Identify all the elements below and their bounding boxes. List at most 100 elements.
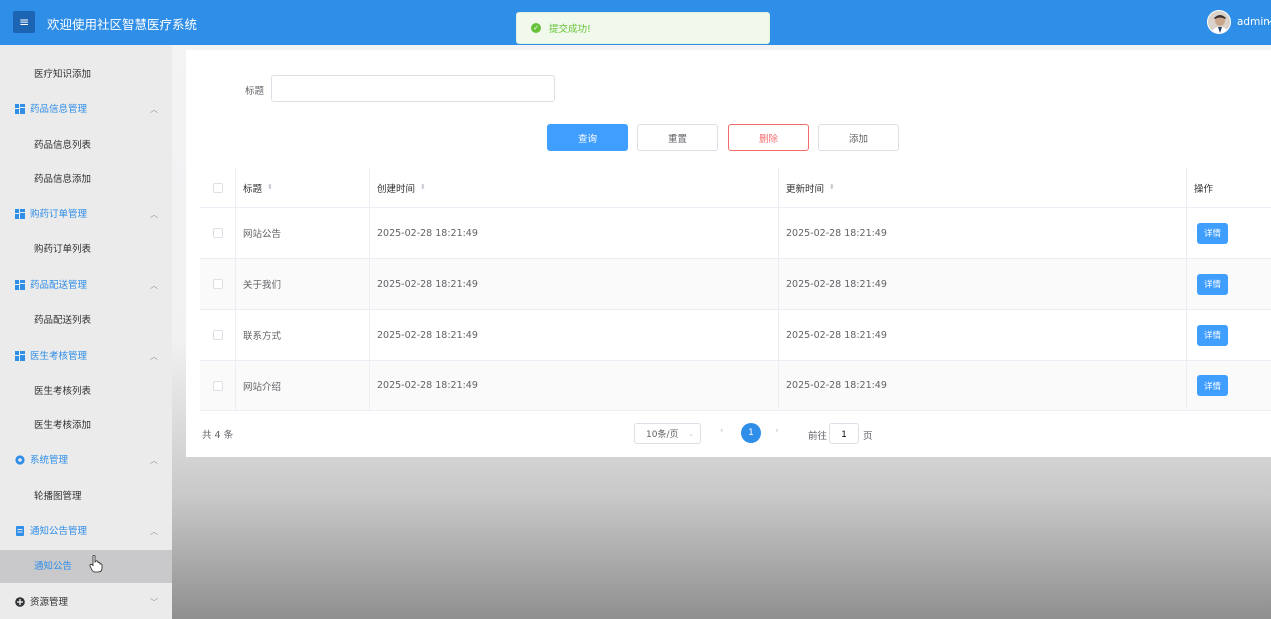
sidebar-item-doctor-review-add[interactable]: 医生考核添加 bbox=[0, 409, 172, 442]
cell-created: 2025-02-28 18:21:49 bbox=[370, 361, 779, 410]
sidebar-item-label: 轮播图管理 bbox=[34, 491, 82, 502]
sidebar-item-order-list[interactable]: 购药订单列表 bbox=[0, 233, 172, 266]
select-all-checkbox[interactable] bbox=[212, 182, 223, 193]
grid-icon bbox=[15, 104, 25, 114]
sidebar-item-medical-knowledge-add[interactable]: 医疗知识添加 bbox=[0, 58, 172, 91]
goto-page-input[interactable] bbox=[829, 423, 859, 444]
cell-created: 2025-02-28 18:21:49 bbox=[370, 259, 779, 309]
row-select-cell bbox=[200, 208, 236, 258]
cell-operation: 详情 bbox=[1187, 310, 1271, 360]
detail-button[interactable]: 详情 bbox=[1197, 324, 1228, 346]
query-button[interactable]: 查询 bbox=[547, 124, 628, 151]
sidebar-group-delivery[interactable]: 药品配送管理 ︿ bbox=[0, 269, 172, 302]
sidebar-item-label: 药品信息添加 bbox=[34, 174, 92, 185]
sidebar-group-system[interactable]: 系统管理 ︿ bbox=[0, 444, 172, 477]
next-page-icon[interactable]: › bbox=[775, 426, 779, 436]
table-row: 网站介绍 2025-02-28 18:21:49 2025-02-28 18:2… bbox=[200, 361, 1271, 411]
sidebar-item-label: 医疗知识添加 bbox=[34, 69, 92, 80]
add-button[interactable]: 添加 bbox=[818, 124, 899, 151]
sort-icon[interactable]: ⬍ bbox=[267, 184, 273, 191]
search-label: 标题 bbox=[245, 86, 265, 97]
reset-button[interactable]: 重置 bbox=[637, 124, 718, 151]
sidebar-group-label: 系统管理 bbox=[30, 455, 69, 466]
header-label: 标题 bbox=[243, 183, 263, 195]
detail-button[interactable]: 详情 bbox=[1197, 375, 1228, 396]
cell-title: 网站介绍 bbox=[236, 361, 370, 410]
sidebar-group-notice[interactable]: 通知公告管理 ︿ bbox=[0, 515, 172, 548]
menu-toggle-button[interactable]: ≡ bbox=[13, 11, 35, 33]
page-size-value: 10条/页 bbox=[646, 430, 679, 440]
cell-title: 网站公告 bbox=[236, 208, 370, 258]
cell-updated: 2025-02-28 18:21:49 bbox=[779, 259, 1187, 309]
table-row: 联系方式 2025-02-28 18:21:49 2025-02-28 18:2… bbox=[200, 310, 1271, 361]
sidebar-item-label: 医生考核添加 bbox=[34, 420, 92, 431]
toast-message: 提交成功! bbox=[549, 24, 591, 35]
sidebar: 医疗知识添加 药品信息管理 ︿ 药品信息列表 药品信息添加 购药订单管理 ︿ 购… bbox=[0, 45, 172, 619]
sidebar-group-label: 药品信息管理 bbox=[30, 104, 88, 115]
user-name[interactable]: admin bbox=[1237, 16, 1270, 28]
document-icon bbox=[16, 526, 24, 536]
cell-created: 2025-02-28 18:21:49 bbox=[370, 208, 779, 258]
header-updated[interactable]: 更新时间 ⬍ bbox=[779, 168, 1187, 207]
sidebar-item-label: 购药订单列表 bbox=[34, 244, 92, 255]
cell-updated: 2025-02-28 18:21:49 bbox=[779, 361, 1187, 410]
sidebar-group-doctor-review[interactable]: 医生考核管理 ︿ bbox=[0, 340, 172, 373]
avatar[interactable] bbox=[1207, 10, 1231, 34]
sidebar-group-label: 购药订单管理 bbox=[30, 209, 88, 220]
user-photo-icon bbox=[1208, 11, 1230, 33]
total-count: 共 4 条 bbox=[202, 430, 234, 441]
header-created[interactable]: 创建时间 ⬍ bbox=[370, 168, 779, 207]
grid-icon bbox=[15, 209, 25, 219]
cell-title: 关于我们 bbox=[236, 259, 370, 309]
sidebar-item-medicine-list[interactable]: 药品信息列表 bbox=[0, 129, 172, 162]
chevron-up-icon: ︿ bbox=[150, 456, 158, 465]
page-size-select[interactable]: 10条/页 ⌄ bbox=[634, 423, 701, 444]
row-select-cell bbox=[200, 361, 236, 410]
header-operation: 操作 bbox=[1187, 168, 1271, 207]
delete-button[interactable]: 删除 bbox=[728, 124, 809, 151]
detail-button[interactable]: 详情 bbox=[1197, 222, 1228, 244]
header-title[interactable]: 标题 ⬍ bbox=[236, 168, 370, 207]
sidebar-group-label: 通知公告管理 bbox=[30, 526, 88, 537]
row-checkbox[interactable] bbox=[212, 380, 223, 391]
cell-operation: 详情 bbox=[1187, 208, 1271, 258]
cell-title: 联系方式 bbox=[236, 310, 370, 360]
row-checkbox[interactable] bbox=[212, 228, 223, 238]
cell-updated: 2025-02-28 18:21:49 bbox=[779, 310, 1187, 360]
header-label: 操作 bbox=[1194, 183, 1214, 195]
sidebar-item-delivery-list[interactable]: 药品配送列表 bbox=[0, 304, 172, 337]
cell-operation: 详情 bbox=[1187, 361, 1271, 410]
detail-button[interactable]: 详情 bbox=[1197, 273, 1228, 295]
sidebar-group-label: 资源管理 bbox=[30, 597, 69, 608]
page-number-current[interactable]: 1 bbox=[741, 423, 761, 443]
sidebar-group-resources[interactable]: 资源管理 ﹀ bbox=[0, 586, 172, 619]
chevron-up-icon: ︿ bbox=[150, 105, 158, 114]
chevron-down-icon: ⌄ bbox=[688, 429, 694, 438]
app-title: 欢迎使用社区智慧医疗系统 bbox=[47, 17, 198, 32]
title-search-input[interactable] bbox=[271, 75, 555, 102]
chevron-down-icon[interactable]: ⌄ bbox=[1266, 16, 1271, 25]
sort-icon[interactable]: ⬍ bbox=[829, 184, 835, 191]
sidebar-item-notice[interactable]: 通知公告 bbox=[0, 550, 172, 583]
sidebar-item-carousel[interactable]: 轮播图管理 bbox=[0, 480, 172, 513]
sidebar-item-doctor-review-list[interactable]: 医生考核列表 bbox=[0, 375, 172, 408]
chevron-up-icon: ︿ bbox=[150, 210, 158, 219]
hamburger-icon: ≡ bbox=[18, 15, 30, 29]
sidebar-item-label: 通知公告 bbox=[34, 561, 73, 572]
prev-page-icon[interactable]: ‹ bbox=[720, 426, 724, 436]
row-checkbox[interactable] bbox=[212, 279, 223, 289]
table-header: 标题 ⬍ 创建时间 ⬍ 更新时间 ⬍ 操作 bbox=[200, 168, 1271, 208]
sidebar-item-label: 药品信息列表 bbox=[34, 140, 92, 151]
chevron-up-icon: ︿ bbox=[150, 527, 158, 536]
sidebar-group-orders[interactable]: 购药订单管理 ︿ bbox=[0, 198, 172, 231]
hand-cursor-icon bbox=[89, 555, 103, 573]
sort-icon[interactable]: ⬍ bbox=[420, 184, 426, 191]
grid-icon bbox=[15, 280, 25, 290]
sidebar-group-label: 药品配送管理 bbox=[30, 280, 88, 291]
grid-icon bbox=[15, 351, 25, 361]
check-circle-icon: ✓ bbox=[531, 23, 541, 33]
sidebar-group-medicine-info[interactable]: 药品信息管理 ︿ bbox=[0, 93, 172, 126]
row-checkbox[interactable] bbox=[212, 330, 223, 340]
sidebar-item-medicine-add[interactable]: 药品信息添加 bbox=[0, 163, 172, 196]
gear-icon bbox=[15, 455, 25, 465]
